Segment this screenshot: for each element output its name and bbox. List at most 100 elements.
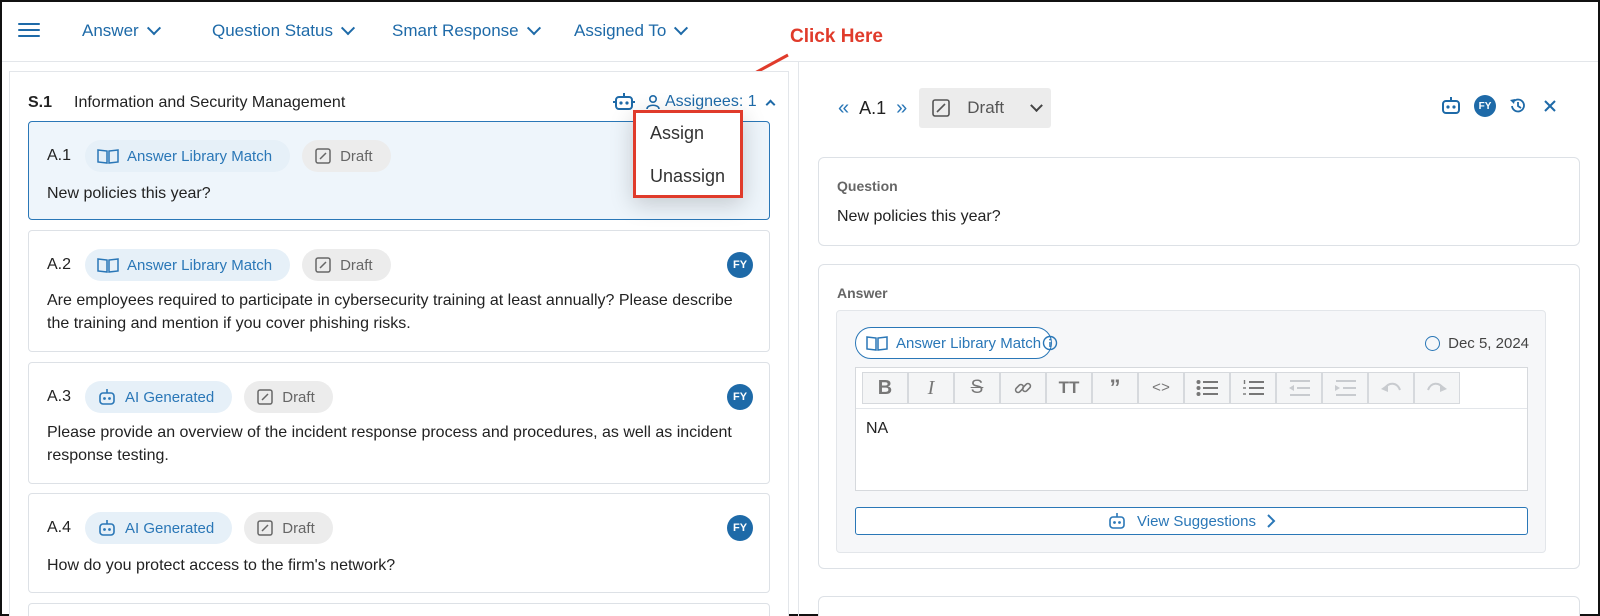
rich-text-editor: B I S TT ” <> NA xyxy=(855,367,1528,491)
history-icon[interactable] xyxy=(1508,96,1528,116)
radio-circle-icon[interactable] xyxy=(1425,336,1441,351)
question-card[interactable]: A.4 AI Generated Draft FY How do you pro… xyxy=(28,493,770,593)
avatar[interactable]: FY xyxy=(1474,95,1496,117)
answer-source-label: Answer Library Match xyxy=(896,334,1042,352)
draft-icon xyxy=(932,99,951,117)
status-chip: Draft xyxy=(302,140,391,172)
section-tools: Assignees: 1 xyxy=(613,92,776,112)
filter-answer[interactable]: Answer xyxy=(82,21,161,41)
draft-icon xyxy=(257,520,273,536)
chevron-down-icon xyxy=(526,21,541,36)
robot-icon xyxy=(99,389,115,405)
source-label: AI Generated xyxy=(125,519,215,537)
code-icon[interactable]: <> xyxy=(1138,372,1184,404)
status-chip: Draft xyxy=(302,249,391,281)
filter-smart-response[interactable]: Smart Response xyxy=(392,21,541,41)
section-title: Information and Security Management xyxy=(74,94,346,111)
question-id: A.2 xyxy=(47,256,72,273)
numbered-list-icon[interactable] xyxy=(1230,372,1276,404)
menu-item-assign[interactable]: Assign xyxy=(650,123,704,144)
chevron-up-icon xyxy=(765,99,776,109)
answer-date-text: Dec 5, 2024 xyxy=(1448,335,1529,352)
question-text: Please provide an overview of the incide… xyxy=(47,424,732,464)
detail-header: « A.1 » Draft xyxy=(838,88,1052,128)
redo-icon[interactable] xyxy=(1414,372,1460,404)
question-card[interactable]: A.3 AI Generated Draft FY Please provide… xyxy=(28,362,770,484)
annotation-callout: Click Here xyxy=(790,26,883,47)
filter-label: Answer xyxy=(82,21,139,40)
undo-icon[interactable] xyxy=(1368,372,1414,404)
robot-icon[interactable] xyxy=(1440,96,1462,116)
question-card[interactable]: A.2 Answer Library Match Draft FY Are em… xyxy=(28,230,770,352)
detail-question-id: A.1 xyxy=(859,97,887,118)
menu-icon[interactable] xyxy=(18,20,40,40)
next-question-icon[interactable]: » xyxy=(896,97,907,120)
outdent-icon[interactable] xyxy=(1276,372,1322,404)
question-card[interactable] xyxy=(28,603,770,616)
status-chip: Draft xyxy=(244,381,333,413)
view-suggestions-label: View Suggestions xyxy=(1137,512,1256,530)
book-icon xyxy=(866,336,888,351)
next-section-box xyxy=(818,596,1580,616)
question-text: Are employees required to participate in… xyxy=(47,292,733,332)
question-id: A.3 xyxy=(47,388,72,405)
heading-icon[interactable]: TT xyxy=(1046,372,1092,404)
menu-item-unassign[interactable]: Unassign xyxy=(650,166,725,187)
detail-tools: FY xyxy=(1440,95,1560,117)
section-header: S.1 Information and Security Management xyxy=(28,94,345,112)
filter-label: Smart Response xyxy=(392,21,519,40)
question-box: Question New policies this year? xyxy=(818,157,1580,246)
filter-question-status[interactable]: Question Status xyxy=(212,21,356,41)
question-heading: Question xyxy=(837,178,898,194)
draft-icon xyxy=(315,148,331,164)
editor-toolbar: B I S TT ” <> xyxy=(862,372,1460,404)
source-chip: AI Generated xyxy=(85,512,233,544)
filter-label: Question Status xyxy=(212,21,333,40)
assignees-button[interactable]: Assignees: 1 xyxy=(645,93,776,111)
answer-text[interactable]: NA xyxy=(866,420,888,438)
assignees-label: Assignees: 1 xyxy=(665,93,757,110)
draft-icon xyxy=(257,389,273,405)
quote-icon[interactable]: ” xyxy=(1092,372,1138,404)
chevron-down-icon xyxy=(146,21,161,36)
avatar[interactable]: FY xyxy=(727,384,753,410)
italic-icon[interactable]: I xyxy=(908,372,954,404)
status-label: Draft xyxy=(340,256,373,274)
answer-box: Answer Answer Library Match Dec 5, 2024 … xyxy=(818,264,1580,569)
status-select[interactable]: Draft xyxy=(919,88,1052,128)
section-code: S.1 xyxy=(28,94,53,111)
info-icon[interactable] xyxy=(1042,335,1058,351)
question-id: A.1 xyxy=(47,147,72,164)
filter-label: Assigned To xyxy=(574,21,667,40)
answer-source-chip[interactable]: Answer Library Match xyxy=(855,327,1053,359)
status-label: Draft xyxy=(340,147,373,165)
robot-icon xyxy=(99,520,115,536)
chevron-right-icon xyxy=(1267,514,1276,528)
close-icon[interactable] xyxy=(1540,96,1560,116)
source-chip: Answer Library Match xyxy=(85,249,291,281)
toolbar-divider xyxy=(856,408,1527,409)
link-icon[interactable] xyxy=(1000,372,1046,404)
robot-icon[interactable] xyxy=(613,92,635,112)
avatar[interactable]: FY xyxy=(727,252,753,278)
indent-icon[interactable] xyxy=(1322,372,1368,404)
status-chip: Draft xyxy=(244,512,333,544)
bold-icon[interactable]: B xyxy=(862,372,908,404)
chevron-down-icon xyxy=(674,21,689,36)
chevron-down-icon xyxy=(1030,98,1043,112)
previous-question-icon[interactable]: « xyxy=(838,97,849,120)
question-text: How do you protect access to the firm's … xyxy=(47,557,396,574)
status-label: Draft xyxy=(282,519,315,537)
draft-icon xyxy=(315,257,331,273)
assignees-dropdown: Assign Unassign xyxy=(633,110,743,198)
strikethrough-icon[interactable]: S xyxy=(954,372,1000,404)
view-suggestions-button[interactable]: View Suggestions xyxy=(855,507,1528,535)
avatar[interactable]: FY xyxy=(727,515,753,541)
source-chip: Answer Library Match xyxy=(85,140,291,172)
bullet-list-icon[interactable] xyxy=(1184,372,1230,404)
source-label: Answer Library Match xyxy=(127,256,273,274)
panel-divider xyxy=(798,62,799,616)
book-icon xyxy=(97,149,119,164)
chevron-down-icon xyxy=(340,21,356,36)
filter-assigned-to[interactable]: Assigned To xyxy=(574,21,689,41)
